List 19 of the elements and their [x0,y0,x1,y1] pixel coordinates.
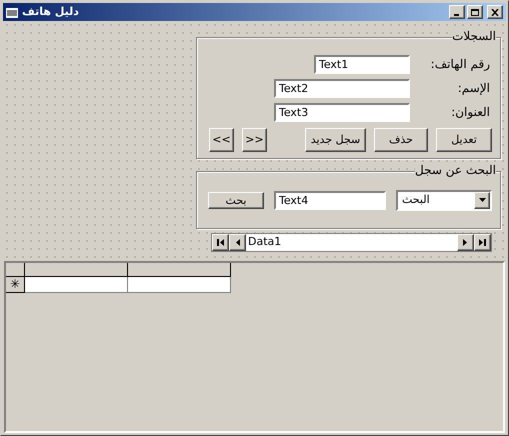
command-button[interactable]: حذف [374,128,428,152]
field-label: العنوان: [450,104,491,121]
data-control[interactable]: Data1 [211,233,492,252]
command-button[interactable]: سجل جديد [305,128,366,152]
command-button[interactable]: تعديل [436,128,492,152]
data-caption: Data1 [247,234,282,250]
combo-box[interactable]: البحث [396,190,492,210]
text-field[interactable]: Text2 [274,78,410,98]
command-button[interactable]: >> [242,128,267,152]
command-button[interactable]: << [209,128,234,152]
field-label: الإسم: [456,80,491,97]
field-label: رقم الهاتف: [430,56,491,73]
window-title: دليل هاتف [22,5,79,19]
text-field[interactable]: Text3 [274,102,410,122]
frame-title: السجلات [452,28,496,44]
frame-title: البحث عن سجل [415,162,496,178]
search-field[interactable]: Text4 [274,190,386,210]
search-button[interactable]: بحث [208,192,264,208]
text-field[interactable]: Text1 [314,54,410,74]
